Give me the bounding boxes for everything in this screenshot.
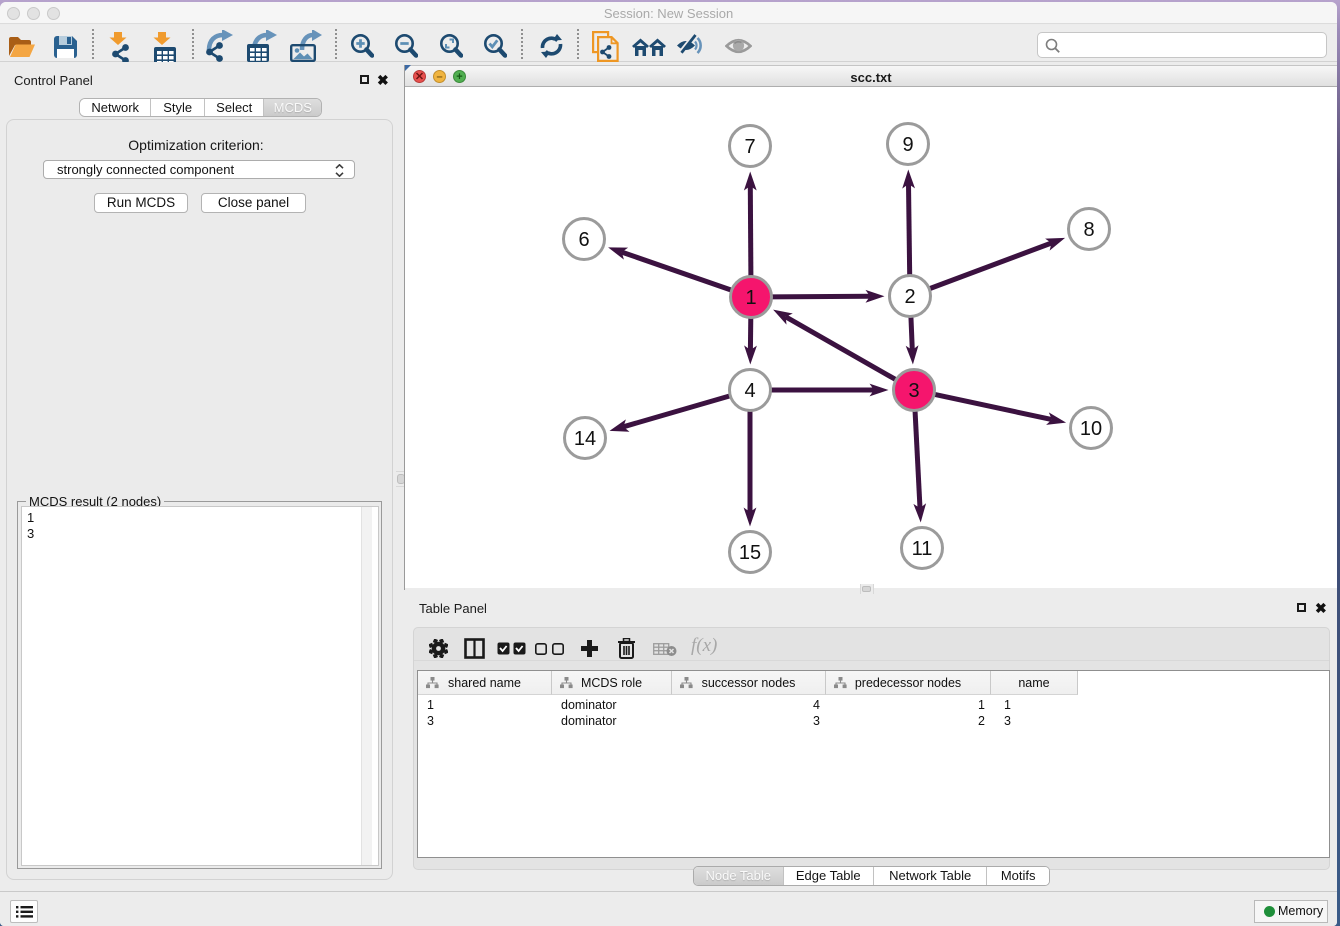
- svg-text:9: 9: [902, 134, 913, 156]
- svg-text:10: 10: [1080, 418, 1102, 440]
- svg-text:4: 4: [744, 380, 755, 402]
- svg-text:15: 15: [739, 542, 761, 564]
- svg-text:14: 14: [574, 428, 596, 450]
- svg-text:3: 3: [908, 380, 919, 402]
- svg-text:6: 6: [578, 229, 589, 251]
- svg-text:1: 1: [745, 287, 756, 309]
- svg-text:7: 7: [744, 136, 755, 158]
- svg-text:11: 11: [912, 538, 933, 560]
- svg-text:2: 2: [904, 286, 915, 308]
- svg-text:8: 8: [1083, 219, 1094, 241]
